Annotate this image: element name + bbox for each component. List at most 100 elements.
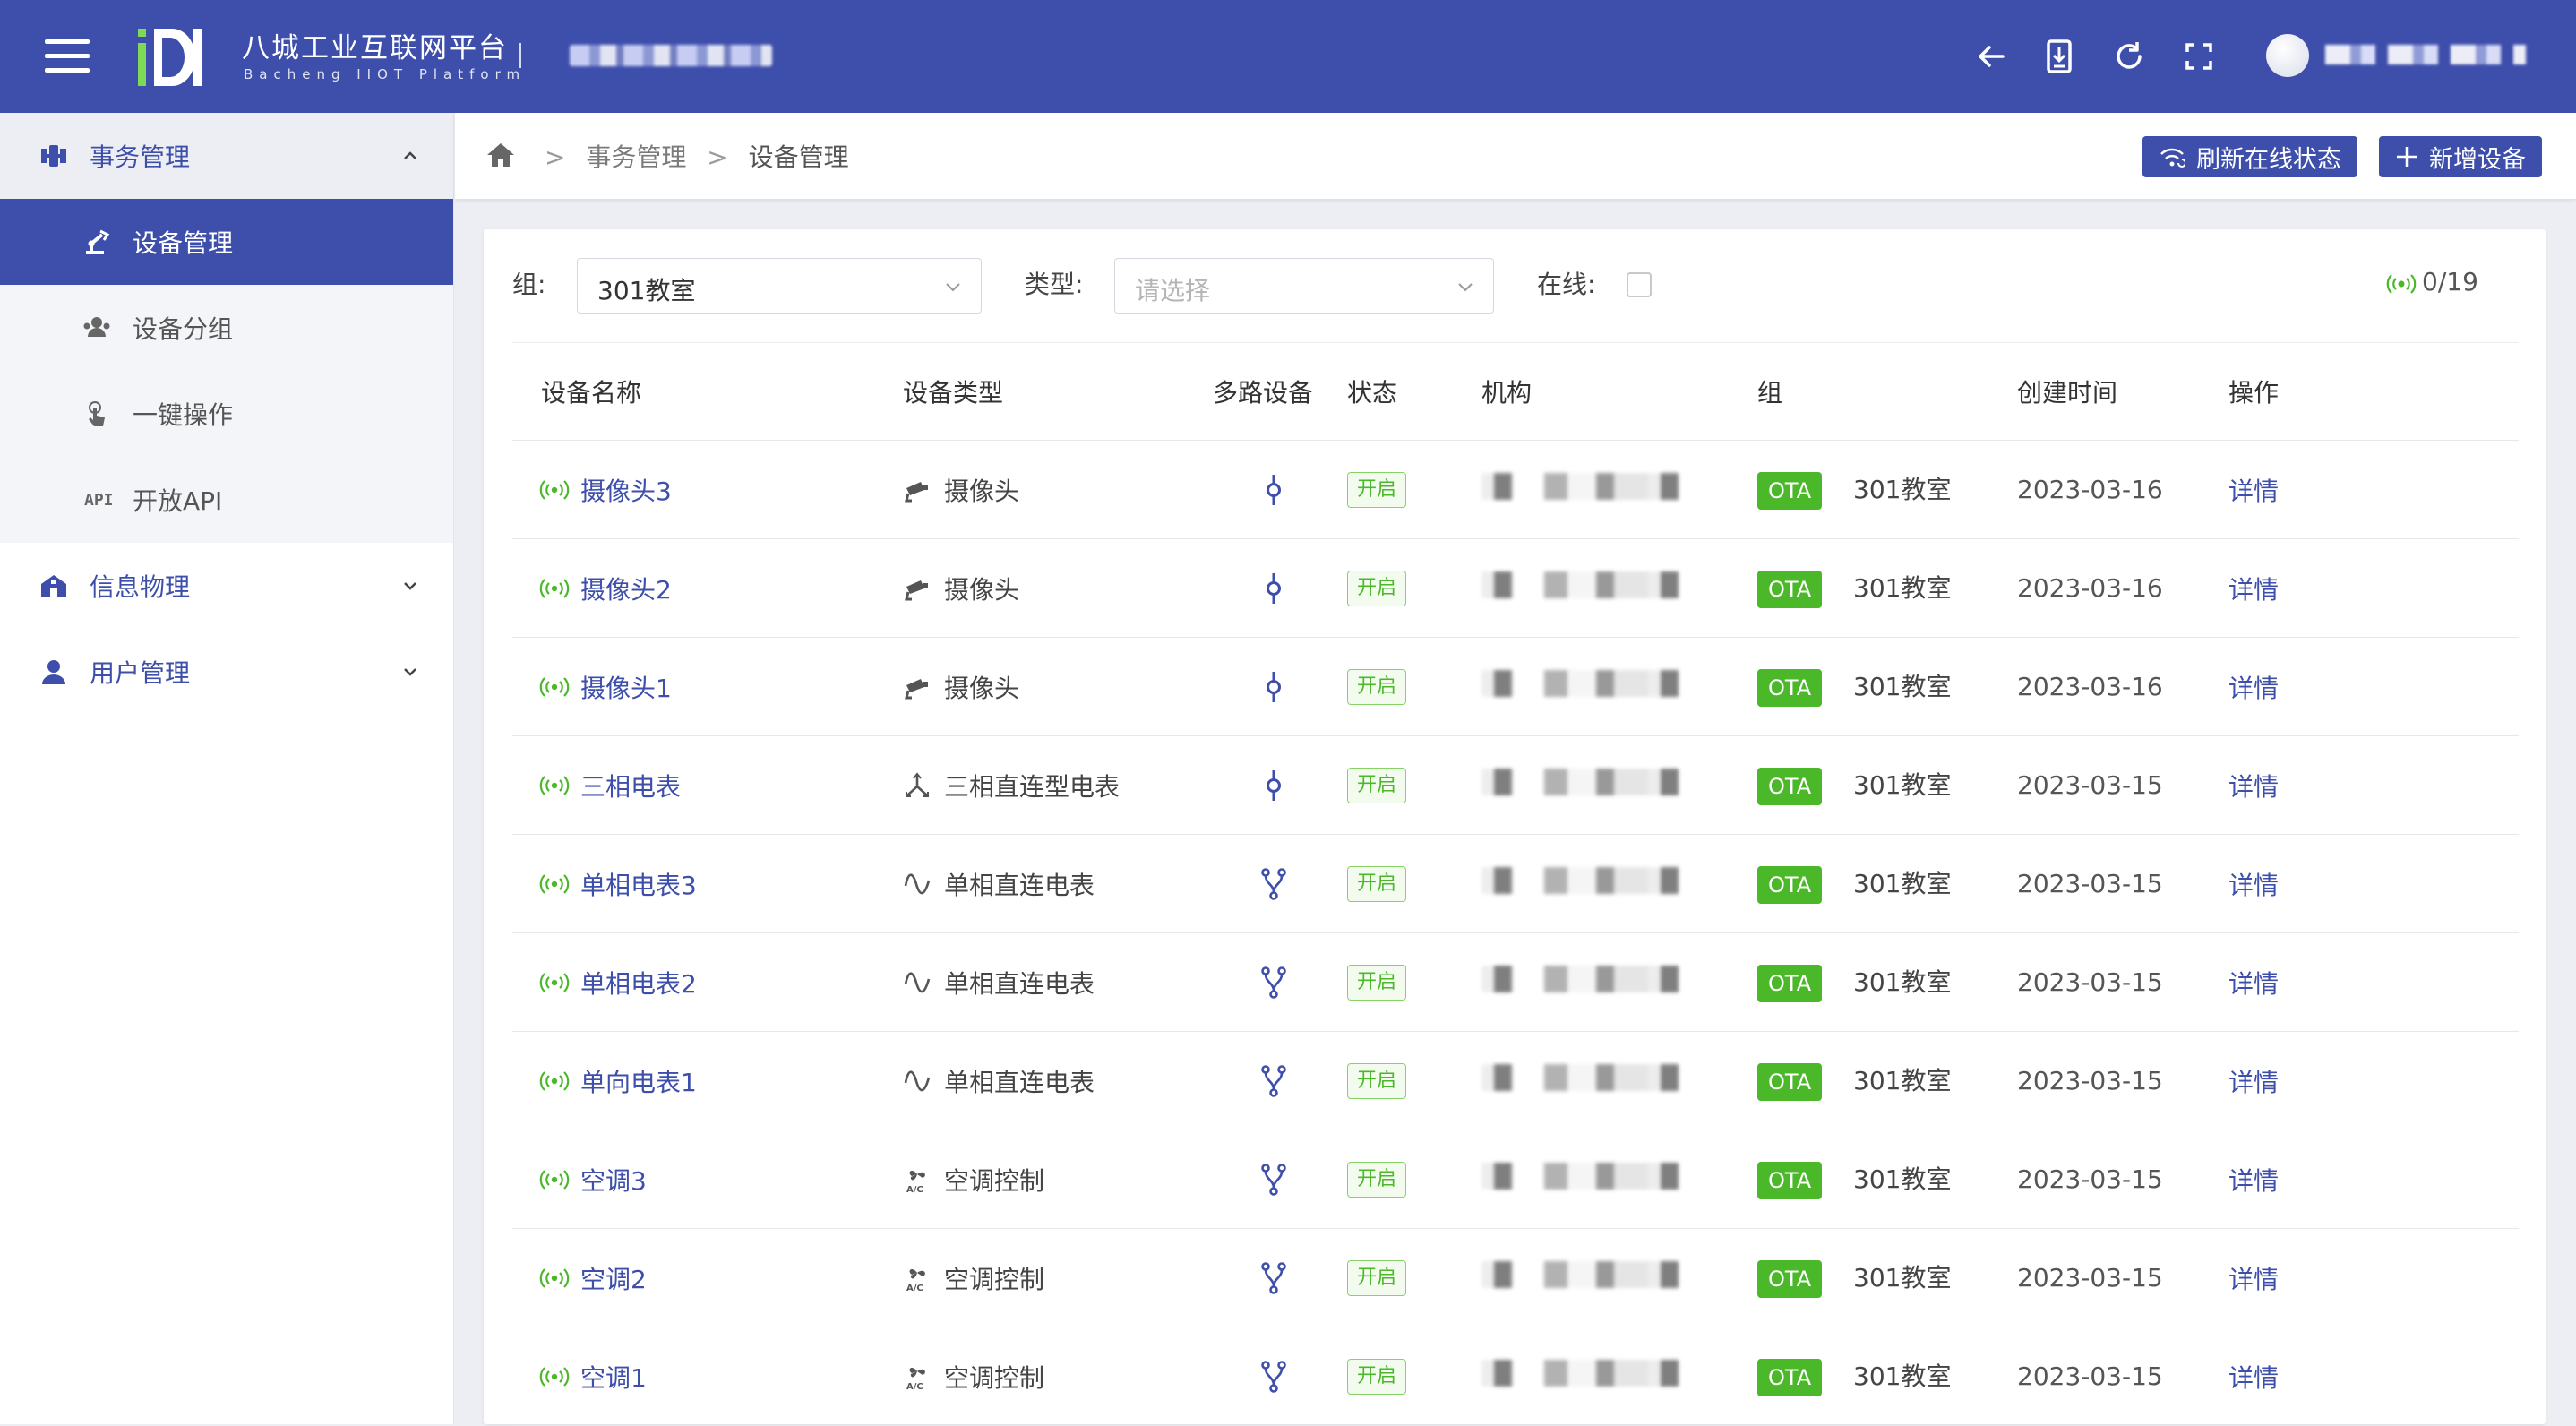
ota-badge[interactable]: OTA xyxy=(1757,865,1823,904)
download-icon[interactable] xyxy=(2040,38,2078,75)
cell-created-date: 2023-03-15 xyxy=(2017,1327,2228,1426)
group-text: 301教室 xyxy=(1853,868,1952,898)
breadcrumb-item[interactable]: 事务管理 xyxy=(586,142,686,172)
detail-link[interactable]: 详情 xyxy=(2228,1166,2279,1196)
status-badge: 开启 xyxy=(1347,471,1407,508)
device-name-link[interactable]: 空调1 xyxy=(580,1359,647,1395)
satellite-icon xyxy=(41,145,66,167)
sidebar-group-cyber-physical[interactable]: 信息物理 xyxy=(0,543,453,629)
chevron-up-icon xyxy=(404,151,416,159)
detail-link[interactable]: 详情 xyxy=(2228,1068,2279,1097)
table-row: 单向电表1 单相直连电表 开启 OTA 301教室 2023-03-15 详情 xyxy=(512,1031,2519,1130)
cell-multi-channel xyxy=(1213,637,1347,736)
online-signal-icon xyxy=(539,775,570,795)
single-channel-icon xyxy=(1267,572,1281,604)
multi-channel-icon xyxy=(1261,1261,1286,1294)
ota-badge[interactable]: OTA xyxy=(1757,1259,1823,1298)
sidebar-item-one-click[interactable]: 一键操作 xyxy=(0,371,453,457)
cell-action: 详情 xyxy=(2228,932,2519,1032)
sidebar-item-device-groups[interactable]: 设备分组 xyxy=(0,285,453,371)
sidebar-group-user-management[interactable]: 用户管理 xyxy=(0,629,453,715)
device-name-link[interactable]: 摄像头2 xyxy=(580,571,672,606)
status-badge: 开启 xyxy=(1347,570,1407,606)
ota-badge[interactable]: OTA xyxy=(1757,668,1823,707)
sidebar: 事务管理 设备管理 设备分组 一键操作 API 开放API 信息物理 用户管理 xyxy=(0,113,454,1424)
sidebar-item-open-api[interactable]: API 开放API xyxy=(0,457,453,543)
table-row: 摄像头2 摄像头 开启 OTA 301教室 2023-03-16 详情 xyxy=(512,538,2519,638)
online-signal-icon xyxy=(539,1169,570,1190)
cell-status: 开启 xyxy=(1347,440,1481,539)
device-name-link[interactable]: 单相电表2 xyxy=(580,965,697,1001)
detail-link[interactable]: 详情 xyxy=(2228,772,2279,802)
device-name-link[interactable]: 空调2 xyxy=(580,1260,647,1296)
cell-device-type: 三相直连型电表 xyxy=(903,735,1213,835)
online-checkbox[interactable] xyxy=(1627,272,1652,297)
back-icon[interactable] xyxy=(1972,38,2010,75)
fullscreen-icon[interactable] xyxy=(2180,38,2218,75)
top-header: 八城工业互联网平台 Bacheng IIOT Platform xyxy=(0,0,2576,113)
detail-link[interactable]: 详情 xyxy=(2228,575,2279,605)
cell-device-type: A/C 空调控制 xyxy=(903,1228,1213,1327)
home-icon[interactable] xyxy=(484,138,518,172)
ota-badge[interactable]: OTA xyxy=(1757,1062,1823,1101)
plus-icon xyxy=(2397,147,2417,167)
ota-badge[interactable]: OTA xyxy=(1757,1358,1823,1396)
touch-icon xyxy=(89,401,105,426)
avatar[interactable] xyxy=(2266,34,2309,77)
cell-created-date: 2023-03-16 xyxy=(2017,440,2228,539)
created-date: 2023-03-16 xyxy=(2017,672,2163,701)
detail-link[interactable]: 详情 xyxy=(2228,969,2279,999)
table-row: 单相电表3 单相直连电表 开启 OTA 301教室 2023-03-15 详情 xyxy=(512,834,2519,933)
refresh-icon[interactable] xyxy=(2110,38,2148,75)
ota-badge[interactable]: OTA xyxy=(1757,964,1823,1002)
cell-group: OTA 301教室 xyxy=(1757,637,2017,736)
table-row: 摄像头3 摄像头 开启 OTA 301教室 2023-03-16 详情 xyxy=(512,440,2519,539)
ota-badge[interactable]: OTA xyxy=(1757,471,1823,510)
camera-icon xyxy=(905,580,928,600)
cell-device-name: 三相电表 xyxy=(512,735,903,835)
detail-link[interactable]: 详情 xyxy=(2228,1363,2279,1393)
device-type-text: 单相直连电表 xyxy=(944,870,1095,900)
ota-badge[interactable]: OTA xyxy=(1757,570,1823,608)
header-divider xyxy=(519,43,521,68)
sidebar-group-label: 信息物理 xyxy=(90,572,191,602)
ota-badge[interactable]: OTA xyxy=(1757,767,1823,805)
organization-redacted xyxy=(1481,867,1696,894)
cell-device-name: 空调1 xyxy=(512,1327,903,1426)
sidebar-group-label: 用户管理 xyxy=(90,658,191,688)
device-table: 设备名称 设备类型 多路设备 状态 机构 组 创建时间 操作 摄像头3 摄像头 … xyxy=(512,342,2519,1426)
detail-link[interactable]: 详情 xyxy=(2228,871,2279,900)
cell-group: OTA 301教室 xyxy=(1757,1327,2017,1426)
device-name-link[interactable]: 空调3 xyxy=(580,1162,647,1198)
cell-group: OTA 301教室 xyxy=(1757,1130,2017,1229)
detail-link[interactable]: 详情 xyxy=(2228,477,2279,506)
sidebar-item-device-management[interactable]: 设备管理 xyxy=(0,199,453,285)
device-name-link[interactable]: 摄像头1 xyxy=(580,669,672,705)
camera-icon xyxy=(905,678,928,699)
sidebar-group-affairs[interactable]: 事务管理 xyxy=(0,113,453,199)
group-text: 301教室 xyxy=(1853,1065,1952,1095)
add-device-button[interactable]: 新增设备 xyxy=(2379,136,2542,177)
menu-icon[interactable] xyxy=(45,39,90,73)
detail-link[interactable]: 详情 xyxy=(2228,674,2279,703)
group-select[interactable]: 301教室 xyxy=(577,258,982,314)
svg-text:A/C: A/C xyxy=(906,1284,923,1293)
breadcrumb-bar: > 事务管理 > 设备管理 刷新在线状态 新增设备 xyxy=(455,113,2576,199)
detail-link[interactable]: 详情 xyxy=(2228,1265,2279,1294)
cell-multi-channel xyxy=(1213,1228,1347,1327)
device-name-link[interactable]: 摄像头3 xyxy=(580,472,672,508)
cell-created-date: 2023-03-15 xyxy=(2017,735,2228,835)
cell-group: OTA 301教室 xyxy=(1757,440,2017,539)
username-redacted[interactable] xyxy=(2325,45,2526,64)
device-name-link[interactable]: 单向电表1 xyxy=(580,1063,697,1099)
device-name-link[interactable]: 三相电表 xyxy=(580,768,681,803)
device-name-link[interactable]: 单相电表3 xyxy=(580,866,697,902)
online-signal-icon xyxy=(539,479,570,500)
ota-badge[interactable]: OTA xyxy=(1757,1161,1823,1199)
breadcrumb-separator: > xyxy=(707,142,728,172)
refresh-online-button[interactable]: 刷新在线状态 xyxy=(2142,136,2357,177)
type-select[interactable]: 请选择 xyxy=(1114,258,1494,314)
cell-multi-channel xyxy=(1213,440,1347,539)
column-header: 多路设备 xyxy=(1213,342,1347,441)
organization-redacted xyxy=(1481,473,1696,500)
